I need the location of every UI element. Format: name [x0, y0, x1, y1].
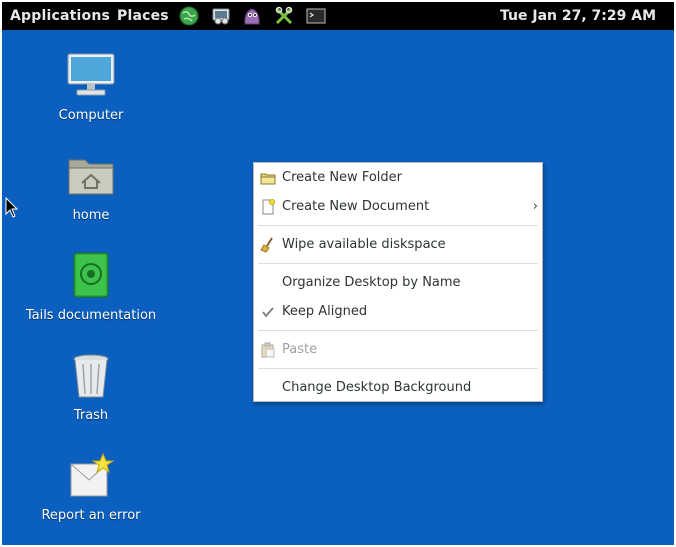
desktop-icon-home[interactable]: home [16, 150, 166, 223]
desktop-icon-computer[interactable]: Computer [16, 50, 166, 123]
menu-separator [258, 368, 538, 369]
menu-item-label: Create New Folder [282, 170, 402, 185]
desktop-icon-label: Report an error [41, 508, 141, 523]
desktop[interactable]: Applications Places Tue Jan 27, 7:29 AM [2, 2, 674, 545]
pidgin-icon[interactable] [241, 6, 263, 26]
menu-item-organize-by-name[interactable]: Organize Desktop by Name [254, 270, 542, 296]
computer-icon [67, 53, 115, 96]
menu-item-create-new-document[interactable]: Create New Document › [254, 194, 542, 220]
desktop-icon-label: home [72, 208, 110, 223]
menu-item-label: Keep Aligned [282, 304, 368, 319]
desktop-icon-report-error[interactable]: Report an error [16, 450, 166, 523]
menu-item-create-new-folder[interactable]: Create New Folder [254, 165, 542, 191]
places-menu[interactable]: Places [117, 2, 169, 30]
menu-item-keep-aligned[interactable]: Keep Aligned [254, 299, 542, 325]
desktop-icon-trash[interactable]: Trash [16, 350, 166, 423]
desktop-icon-label: Tails documentation [25, 308, 157, 323]
document-new-icon [262, 199, 275, 215]
desktop-icon-label: Trash [73, 408, 109, 423]
top-panel: Applications Places Tue Jan 27, 7:29 AM [2, 2, 674, 30]
menu-item-label: Paste [282, 342, 318, 357]
report-error-icon [70, 452, 115, 497]
desktop-context-menu: Create New Folder Create New Document › … [253, 162, 543, 402]
home-folder-icon [68, 159, 114, 195]
trash-icon [73, 354, 109, 398]
broom-icon [260, 237, 273, 253]
submenu-arrow-icon: › [532, 199, 538, 214]
tails-documentation-icon [73, 252, 109, 298]
folder-new-icon [260, 173, 276, 185]
checkmark-icon [262, 307, 274, 318]
menu-item-label: Organize Desktop by Name [282, 275, 461, 290]
mouse-cursor-icon [5, 197, 19, 218]
desktop-icon-label: Computer [58, 108, 124, 123]
menu-item-label: Create New Document [282, 199, 430, 214]
paste-icon [261, 342, 275, 358]
menu-separator [258, 263, 538, 264]
menu-item-label: Wipe available diskspace [282, 237, 446, 252]
clock[interactable]: Tue Jan 27, 7:29 AM [500, 2, 656, 30]
menu-item-label: Change Desktop Background [282, 380, 472, 395]
menu-item-change-background[interactable]: Change Desktop Background [254, 375, 542, 401]
network-icon[interactable] [210, 6, 232, 26]
menu-item-paste[interactable]: Paste [254, 337, 542, 363]
terminal-icon[interactable] [305, 6, 327, 26]
menu-item-wipe-diskspace[interactable]: Wipe available diskspace [254, 232, 542, 258]
tor-browser-icon[interactable] [178, 6, 200, 26]
menu-separator [258, 330, 538, 331]
applications-menu[interactable]: Applications [10, 2, 110, 30]
keepassx-icon[interactable] [273, 6, 295, 26]
menu-separator [258, 225, 538, 226]
desktop-icon-tails-documentation[interactable]: Tails documentation [16, 250, 166, 323]
